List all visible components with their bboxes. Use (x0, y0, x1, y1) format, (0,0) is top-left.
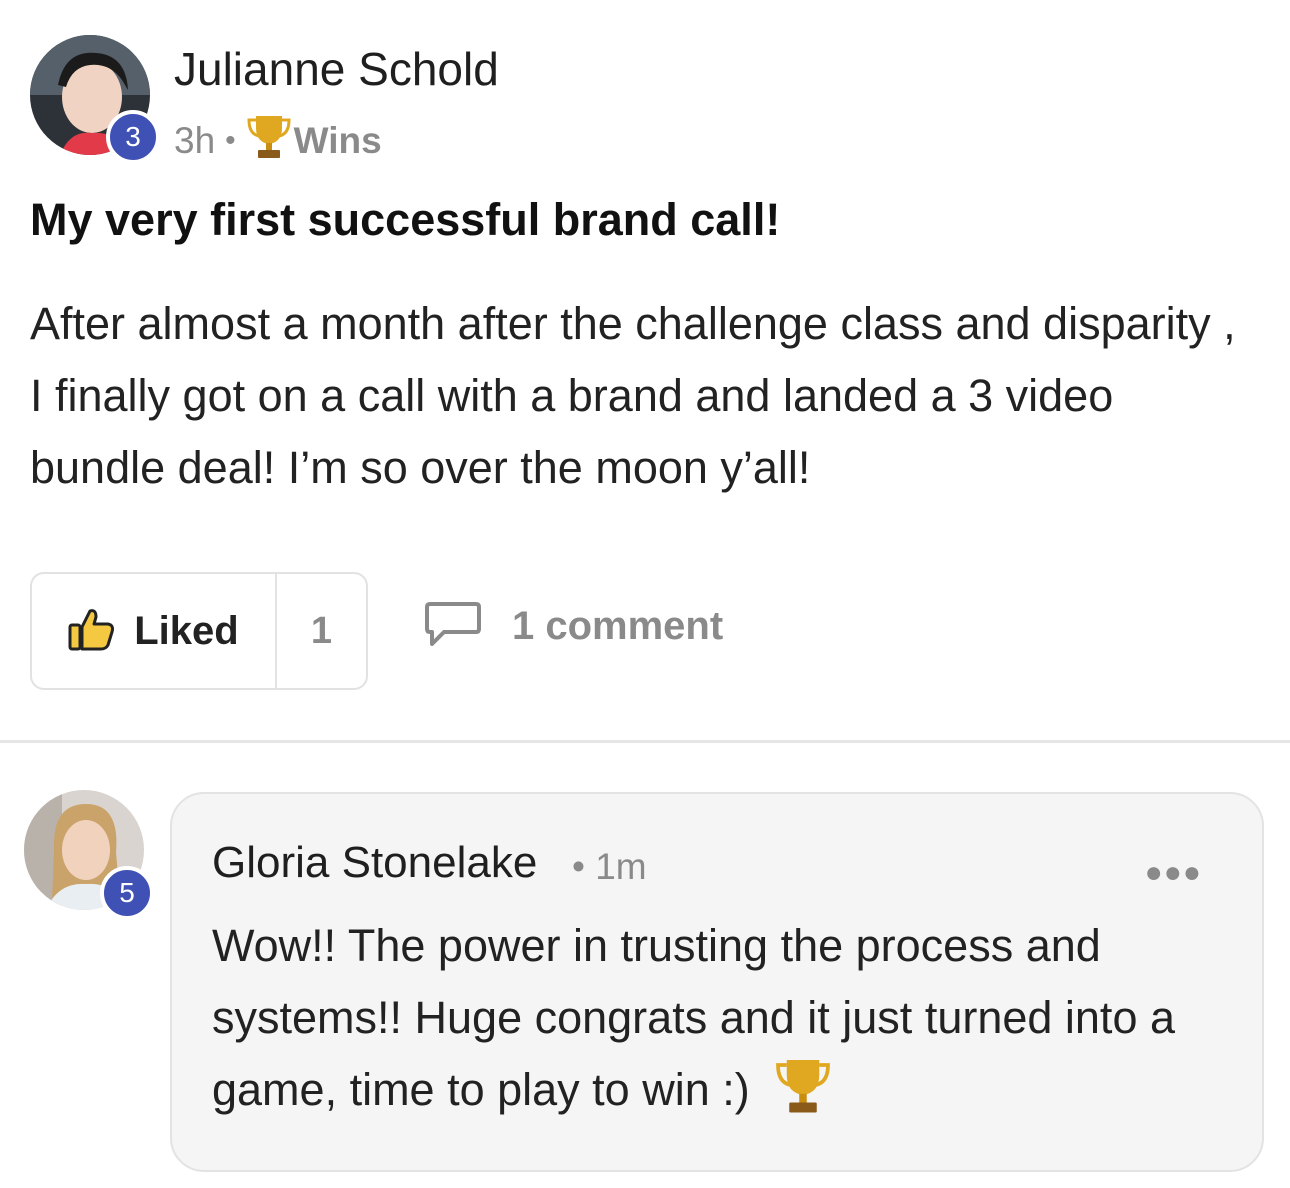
like-button-label: Liked (134, 608, 239, 653)
post-title: My very first successful brand call! (30, 194, 781, 245)
like-control: Liked 1 (30, 572, 368, 690)
like-count[interactable]: 1 (277, 574, 366, 688)
post-category[interactable]: Wins (294, 120, 382, 162)
meta-separator: • (225, 123, 236, 157)
comment-count-label: 1 comment (512, 604, 724, 648)
section-divider (0, 740, 1290, 743)
trophy-icon (246, 112, 292, 169)
comment-bubble: Gloria Stonelake • 1m ●●● Wow!! The powe… (170, 792, 1264, 1172)
trophy-icon (774, 1055, 832, 1136)
post-author-level-badge: 3 (106, 110, 160, 164)
post-body: After almost a month after the challenge… (30, 298, 1236, 493)
post-author-name[interactable]: Julianne Schold (174, 42, 499, 96)
more-dots-icon[interactable]: ●●● (1145, 856, 1202, 890)
post-meta: 3h • Wins (174, 112, 382, 169)
comment-author-level-badge: 5 (100, 866, 154, 920)
comment-text: Wow!! The power in trusting the process … (212, 920, 1175, 1115)
thumbs-up-icon (68, 607, 116, 656)
comment-author-name[interactable]: Gloria Stonelake (212, 838, 537, 888)
comment-body: Wow!! The power in trusting the process … (212, 910, 1222, 1136)
comment-button[interactable]: 1 comment (424, 600, 723, 653)
comment-time: • 1m (572, 846, 647, 887)
post-time: 3h (174, 119, 216, 161)
comment-bubble-icon (424, 600, 482, 653)
like-button[interactable]: Liked (32, 574, 277, 688)
